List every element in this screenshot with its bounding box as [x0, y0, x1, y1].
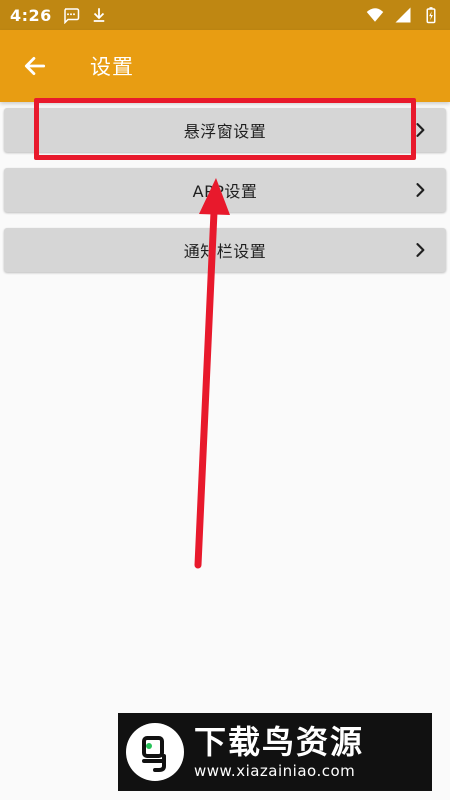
battery-icon — [426, 7, 436, 24]
settings-item-label: APP设置 — [192, 182, 258, 201]
settings-item-app[interactable]: APP设置 — [4, 168, 446, 212]
settings-item-label: 悬浮窗设置 — [183, 122, 267, 141]
settings-item-label: 通知栏设置 — [183, 242, 267, 261]
status-right — [366, 6, 440, 24]
watermark-title: 下载鸟资源 — [194, 723, 365, 761]
status-left: 4:26 — [10, 6, 108, 25]
chat-bubble-icon — [64, 8, 80, 24]
chevron-right-icon — [416, 123, 425, 137]
settings-item-floating-window[interactable]: 悬浮窗设置 — [4, 108, 446, 152]
status-time: 4:26 — [10, 5, 52, 25]
bird-logo-icon — [142, 736, 166, 772]
watermark-text: 下载鸟资源 www.xiazainiao.com — [194, 723, 364, 781]
app-bar: 设置 — [0, 30, 450, 102]
chevron-right-icon — [416, 183, 425, 197]
download-icon — [93, 8, 105, 22]
page-title: 设置 — [90, 55, 134, 79]
watermark: 下载鸟资源 www.xiazainiao.com — [118, 713, 432, 791]
status-bar: 4:26 — [0, 0, 450, 30]
settings-list: 悬浮窗设置 APP设置 通知栏设置 — [4, 108, 446, 288]
signal-icon — [395, 7, 411, 23]
arrow-left-icon — [24, 57, 46, 75]
chevron-right-icon — [416, 243, 425, 257]
watermark-logo — [126, 723, 184, 781]
settings-item-notification[interactable]: 通知栏设置 — [4, 228, 446, 272]
back-button[interactable] — [18, 49, 52, 83]
watermark-url: www.xiazainiao.com — [194, 762, 356, 780]
wifi-icon — [366, 8, 384, 22]
